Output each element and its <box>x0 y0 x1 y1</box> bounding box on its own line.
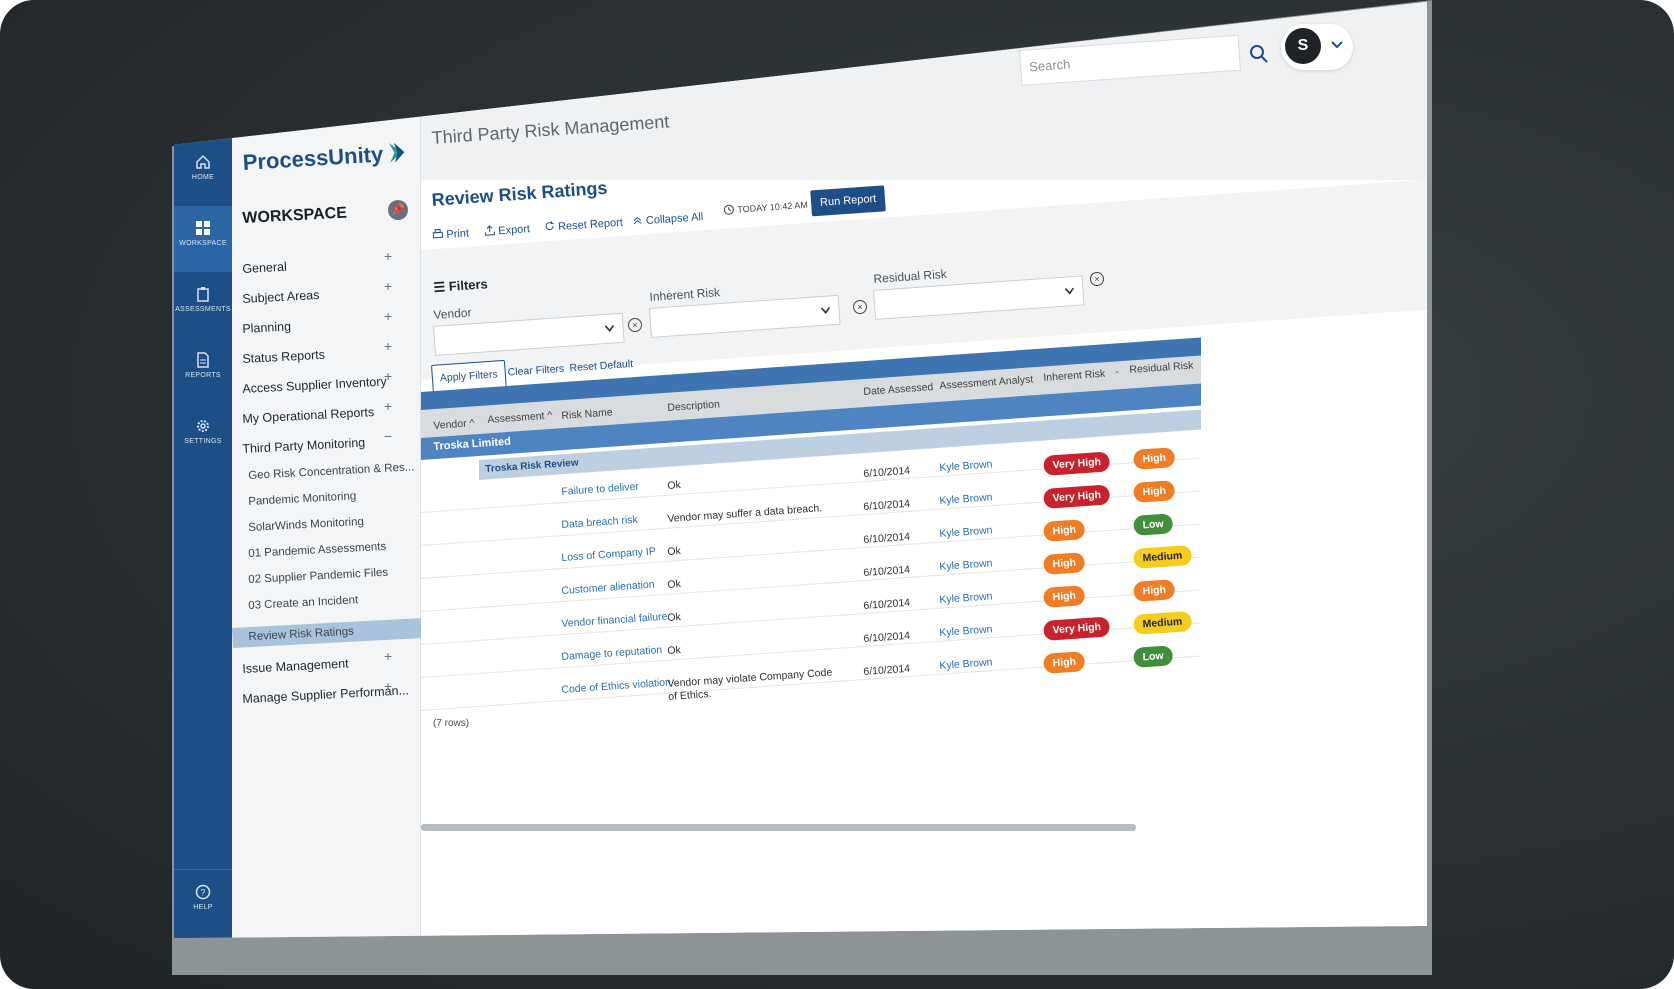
photo-background: HOME WORKSPACE ASSESSMENTS REPORTS SETTI… <box>0 0 1674 989</box>
search-icon[interactable] <box>1249 44 1269 64</box>
rail-help[interactable]: ? HELP <box>174 870 232 936</box>
expand-icon[interactable]: + <box>384 648 392 664</box>
residual-risk-badge: High <box>1133 480 1176 503</box>
logo-mark-icon <box>388 142 405 164</box>
gear-icon <box>197 420 209 432</box>
inherent-risk-badge: Very High <box>1043 616 1111 641</box>
row-count: (7 rows) <box>433 718 470 729</box>
chevron-down-icon <box>1331 41 1343 49</box>
residual-risk-badge: Low <box>1133 645 1174 668</box>
risk-name-link[interactable]: Loss of Company IP <box>561 545 656 564</box>
residual-risk-badge: Medium <box>1133 544 1192 569</box>
rail-reports-label: REPORTS <box>185 372 221 379</box>
expand-icon[interactable]: + <box>384 278 392 294</box>
rail-settings-label: SETTINGS <box>184 438 222 445</box>
expand-icon[interactable]: + <box>384 678 392 694</box>
risk-description: Vendor may violate Company Code of Ethic… <box>667 666 833 703</box>
help-icon: ? <box>195 884 211 900</box>
document-icon <box>197 352 209 368</box>
rail-workspace-label: WORKSPACE <box>179 240 227 247</box>
rail-home-label: HOME <box>191 174 215 181</box>
inherent-risk-badge: High <box>1043 585 1086 608</box>
collapse-icon[interactable]: − <box>384 428 392 444</box>
inherent-risk-badge: High <box>1043 651 1086 674</box>
inherent-risk-badge: Very High <box>1043 484 1111 509</box>
rail-assessments[interactable]: ASSESSMENTS <box>174 272 232 338</box>
residual-risk-badge: Low <box>1133 513 1174 536</box>
rail-help-label: HELP <box>193 904 213 911</box>
inherent-risk-badge: High <box>1043 552 1086 575</box>
risk-table: Vendor ^ Assessment ^ Risk Name Descript… <box>421 2 1201 800</box>
grid-icon <box>196 221 210 235</box>
user-menu[interactable]: S <box>1281 24 1353 70</box>
icon-rail: HOME WORKSPACE ASSESSMENTS REPORTS SETTI… <box>174 1 232 939</box>
expand-icon[interactable]: + <box>384 368 392 384</box>
residual-risk-badge: Medium <box>1133 610 1192 635</box>
home-icon <box>196 154 210 169</box>
horizontal-scrollbar[interactable] <box>421 824 1136 831</box>
svg-text:?: ? <box>200 888 205 898</box>
rail-workspace[interactable]: WORKSPACE <box>174 206 232 272</box>
risk-name-link[interactable]: Failure to deliver <box>561 481 639 498</box>
rail-assessments-label: ASSESSMENTS <box>175 306 231 313</box>
expand-icon[interactable]: + <box>384 248 392 264</box>
inherent-risk-badge: Very High <box>1043 451 1111 476</box>
rail-settings[interactable]: SETTINGS <box>174 404 232 470</box>
residual-risk-badge: High <box>1133 447 1176 470</box>
pin-icon[interactable]: 📌 <box>388 200 408 220</box>
expand-icon[interactable]: + <box>384 398 392 414</box>
main-area: Third Party Risk Management Search S Rev… <box>421 1 1427 939</box>
expand-icon[interactable]: + <box>384 308 392 324</box>
col-dash: - <box>1115 365 1120 378</box>
rail-reports[interactable]: REPORTS <box>174 338 232 404</box>
clipboard-icon <box>197 287 209 302</box>
expand-icon[interactable]: + <box>384 338 392 354</box>
app-screen: HOME WORKSPACE ASSESSMENTS REPORTS SETTI… <box>174 1 1427 939</box>
inherent-risk-badge: High <box>1043 519 1086 542</box>
risk-name-link[interactable]: Data breach risk <box>561 514 638 531</box>
rail-help-section: ? HELP <box>174 869 232 938</box>
avatar: S <box>1285 28 1321 64</box>
risk-name-link[interactable]: Customer alienation <box>561 578 655 596</box>
residual-risk-badge: High <box>1133 579 1176 602</box>
rail-home[interactable]: HOME <box>174 140 232 206</box>
